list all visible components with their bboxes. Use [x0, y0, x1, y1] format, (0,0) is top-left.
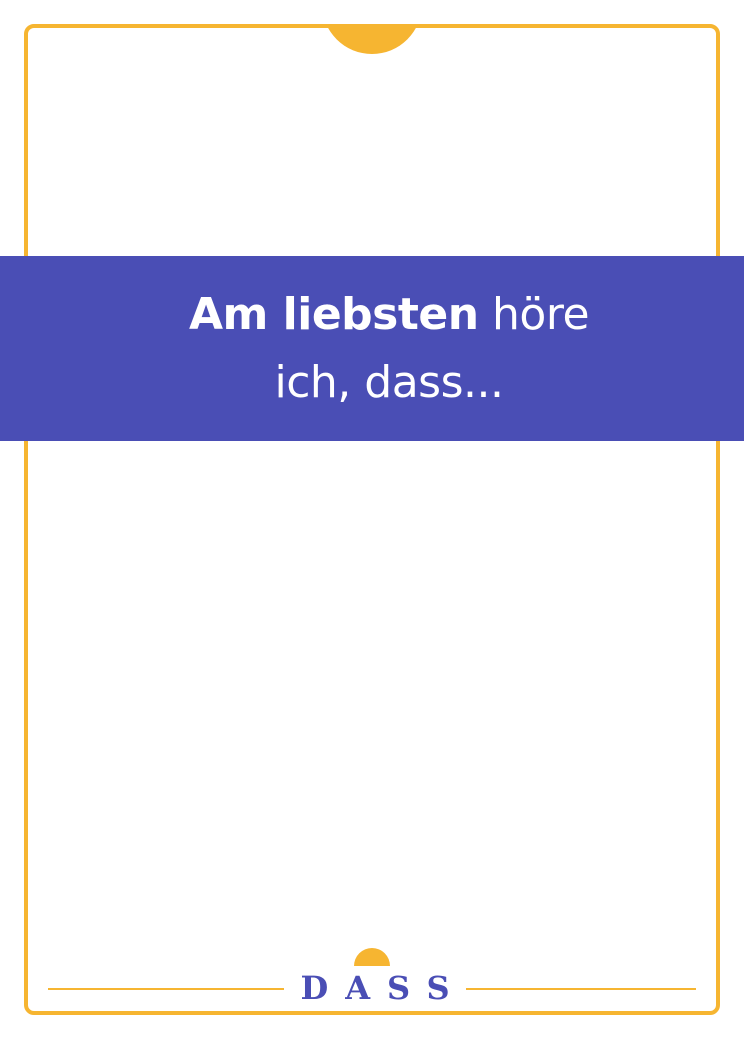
prompt-text: Am liebsten höre ich, dass... — [188, 281, 590, 417]
brand-logo: DASS — [300, 969, 467, 1007]
footer-divider-right — [466, 988, 696, 990]
card-frame — [24, 24, 720, 1015]
prompt-bold-phrase: Am liebsten — [188, 288, 479, 340]
prompt-line-two: ich, dass... — [274, 356, 504, 408]
sun-icon — [354, 948, 390, 966]
top-semicircle-decoration — [322, 24, 422, 54]
prompt-banner: Am liebsten höre ich, dass... — [0, 256, 744, 441]
prompt-verb: höre — [492, 288, 590, 340]
footer-divider-left — [48, 988, 284, 990]
